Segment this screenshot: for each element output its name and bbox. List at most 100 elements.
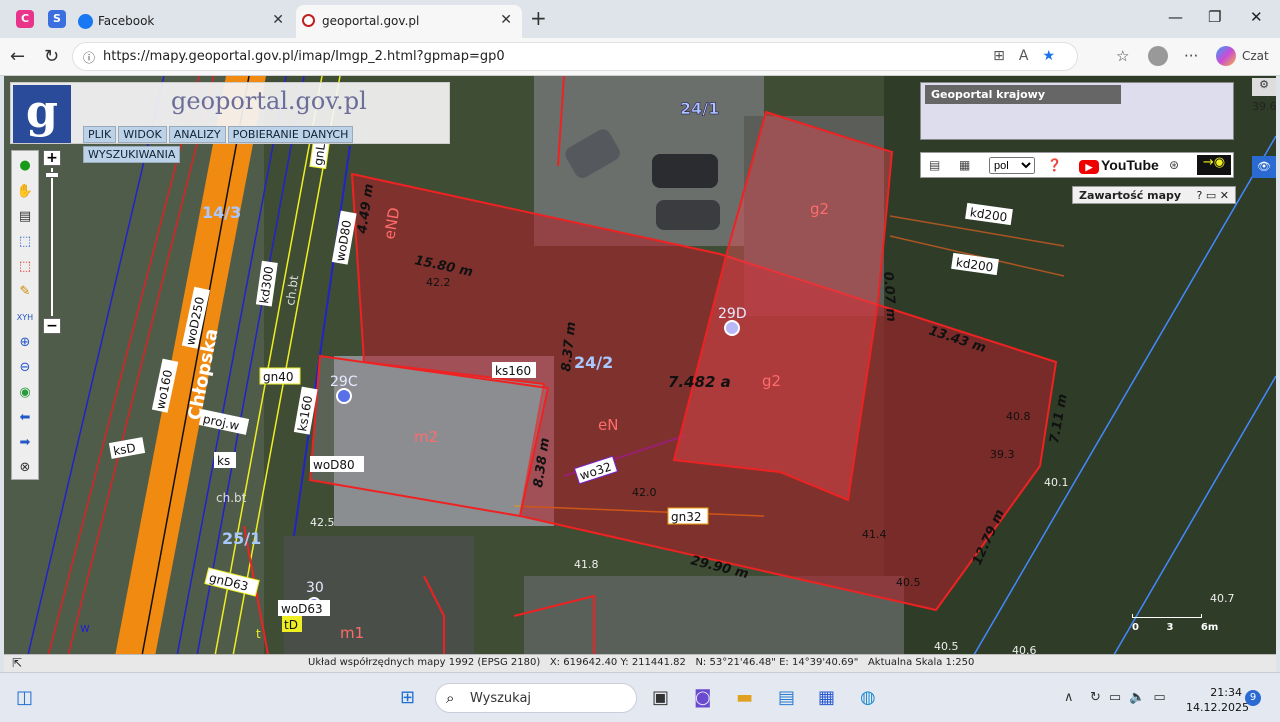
main-menu: PLIK WIDOK ANALIZY POBIERANIE DANYCH WYSZUKI… [83, 123, 449, 163]
parcel-label: 14/3 [202, 203, 241, 222]
reload-button[interactable]: ↻ [44, 46, 59, 67]
restore-button[interactable]: ❐ [1208, 8, 1221, 26]
expand-icon[interactable]: ⇱ [12, 656, 22, 670]
profile-avatar[interactable] [1148, 46, 1168, 66]
edge-browser-icon[interactable]: ◍ [860, 687, 876, 708]
youtube-play-icon: ▶ [1079, 160, 1099, 174]
menu-plik[interactable]: PLIK [83, 126, 117, 143]
building-marker[interactable] [724, 320, 740, 336]
widgets-icon[interactable]: ◫ [16, 687, 33, 708]
pinned-tab-1[interactable]: C [16, 10, 34, 28]
spot-height: 40.1 [1044, 476, 1069, 489]
full-extent-globe-icon[interactable]: ◉ [16, 384, 34, 402]
zone-label: g2 [810, 200, 829, 218]
search-placeholder: Wyszukaj [470, 691, 532, 706]
map-toolbar: ● ✋ ▤ ⬚ ⬚ ✎ XYH ⊕ ⊖ ◉ ⬅ ➡ ⊗ [11, 150, 39, 480]
address-bar[interactable]: ⓘ https://mapy.geoportal.gov.pl/imap/Img… [72, 42, 1078, 71]
map-viewport[interactable]: Chłopska 24/1 14/3 24/2 25/1 29D 29C 30 … [4, 76, 1276, 672]
minimize-button[interactable]: — [1168, 8, 1183, 26]
map-content-panel[interactable]: Zawartość mapy ? ▭ ✕ [1072, 186, 1236, 204]
app-title: geoportal.gov.pl [171, 87, 367, 115]
overview-settings-icon[interactable]: ⚙ [1252, 78, 1276, 96]
deselect-area-icon[interactable]: ⬚ [16, 258, 34, 276]
task-view-icon[interactable]: ▣ [652, 687, 669, 708]
next-view-arrow-icon[interactable]: ➡ [16, 434, 34, 452]
zoom-in-button[interactable]: + [43, 150, 61, 166]
copilot-icon[interactable] [1216, 46, 1236, 66]
utility-label: w [80, 621, 90, 635]
youtube-link[interactable]: ▶ YouTube [1079, 157, 1159, 174]
map-content-title: Zawartość mapy [1079, 189, 1182, 202]
scale-line [1132, 614, 1202, 618]
spot-height: 40.5 [934, 640, 959, 653]
url-text[interactable]: https://mapy.geoportal.gov.pl/imap/Imgp_… [103, 49, 505, 64]
scale-label: 0 [1132, 622, 1139, 633]
gear-icon[interactable]: ⊛ [1169, 158, 1179, 172]
close-icon[interactable]: ✕ [272, 12, 284, 28]
clock[interactable]: 21:34 14.12.2025 [1186, 685, 1249, 715]
more-options-icon[interactable]: ··· [1184, 47, 1198, 65]
visibility-eye-icon[interactable]: 👁 [1252, 156, 1276, 178]
search-icon: ⌕ [446, 689, 455, 707]
menu-wyszukiwania[interactable]: WYSZUKIWANIA [83, 146, 181, 163]
building-marker[interactable] [336, 388, 352, 404]
zoom-track[interactable] [51, 168, 53, 316]
scale-bar: 0 3 6m [1132, 614, 1218, 633]
copilot-label[interactable]: Czat [1242, 49, 1269, 63]
zoom-out-icon[interactable]: ⊖ [16, 359, 34, 377]
zoom-in-icon[interactable]: ⊕ [16, 334, 34, 352]
store-icon[interactable]: ▦ [818, 687, 835, 708]
print-gear-icon[interactable]: ⊗ [16, 459, 34, 477]
notepad-icon[interactable]: ▤ [778, 687, 795, 708]
clock-time: 21:34 [1210, 686, 1242, 699]
favorites-icon[interactable]: ☆ [1116, 47, 1129, 65]
scale-label: 6m [1200, 622, 1219, 633]
coordinates-icon[interactable]: XYH [16, 309, 34, 327]
tray-chevron-icon[interactable]: ∧ [1064, 690, 1074, 705]
area-label: 7.482 a [668, 373, 731, 391]
zoom-out-button[interactable]: − [43, 318, 61, 334]
legend-icon[interactable]: ▤ [929, 158, 940, 172]
language-select[interactable]: pol [989, 157, 1035, 174]
back-button[interactable]: ← [10, 46, 25, 67]
teams-chat-icon[interactable]: ◙ [694, 687, 711, 708]
utility-label: gn32 [671, 510, 702, 524]
file-explorer-icon[interactable]: ▬ [736, 687, 753, 708]
close-icon[interactable]: ✕ [500, 12, 512, 28]
spot-height: 40.8 [1006, 410, 1031, 423]
tab-geoportal-title: geoportal.gov.pl [322, 14, 420, 28]
site-info-icon[interactable]: ⓘ [83, 49, 95, 66]
select-area-icon[interactable]: ⬚ [16, 233, 34, 251]
info-icon[interactable]: ● [16, 157, 34, 175]
menu-analizy[interactable]: ANALIZY [168, 126, 226, 143]
visibility-toggle-icon[interactable]: →◉ [1197, 155, 1231, 175]
taskbar-search[interactable]: ⌕ Wyszukaj [435, 683, 637, 713]
menu-pobieranie-danych[interactable]: POBIERANIE DANYCH [227, 126, 354, 143]
overview-map[interactable]: Geoportal krajowy [920, 82, 1234, 140]
tab-facebook[interactable]: Facebook ✕ [72, 5, 294, 38]
spot-height: 41.4 [862, 528, 887, 541]
notification-badge[interactable]: 9 [1245, 690, 1261, 706]
system-tray-icons[interactable]: ↻▭🔈▭ [1090, 690, 1174, 705]
utility-label: gn40 [263, 370, 294, 384]
spot-height: 39.3 [990, 448, 1015, 461]
help-icon[interactable]: ❓ [1047, 158, 1062, 172]
start-windows-icon[interactable]: ⊞ [400, 687, 415, 708]
panel-controls-icon[interactable]: ? ▭ ✕ [1197, 189, 1229, 202]
previous-view-arrow-icon[interactable]: ⬅ [16, 409, 34, 427]
zoom-slider[interactable]: + − [42, 150, 64, 336]
geoportal-logo[interactable]: g [13, 85, 71, 143]
draw-pencil-icon[interactable]: ✎ [16, 283, 34, 301]
favorite-star-icon[interactable]: ★ [1042, 48, 1069, 64]
wms-icon[interactable]: ▦ [959, 158, 970, 172]
address-bar-icons[interactable]: ⊞A★ [993, 48, 1069, 64]
tab-geoportal[interactable]: geoportal.gov.pl ✕ [296, 5, 522, 38]
layers-list-icon[interactable]: ▤ [16, 208, 34, 226]
menu-widok[interactable]: WIDOK [118, 126, 167, 143]
new-tab-button[interactable]: + [530, 6, 547, 30]
zoom-handle[interactable] [45, 172, 59, 178]
spot-height: 40.7 [1210, 592, 1235, 605]
close-window-button[interactable]: ✕ [1250, 8, 1263, 26]
pan-hand-icon[interactable]: ✋ [16, 183, 34, 201]
pinned-tab-2[interactable]: S [48, 10, 66, 28]
